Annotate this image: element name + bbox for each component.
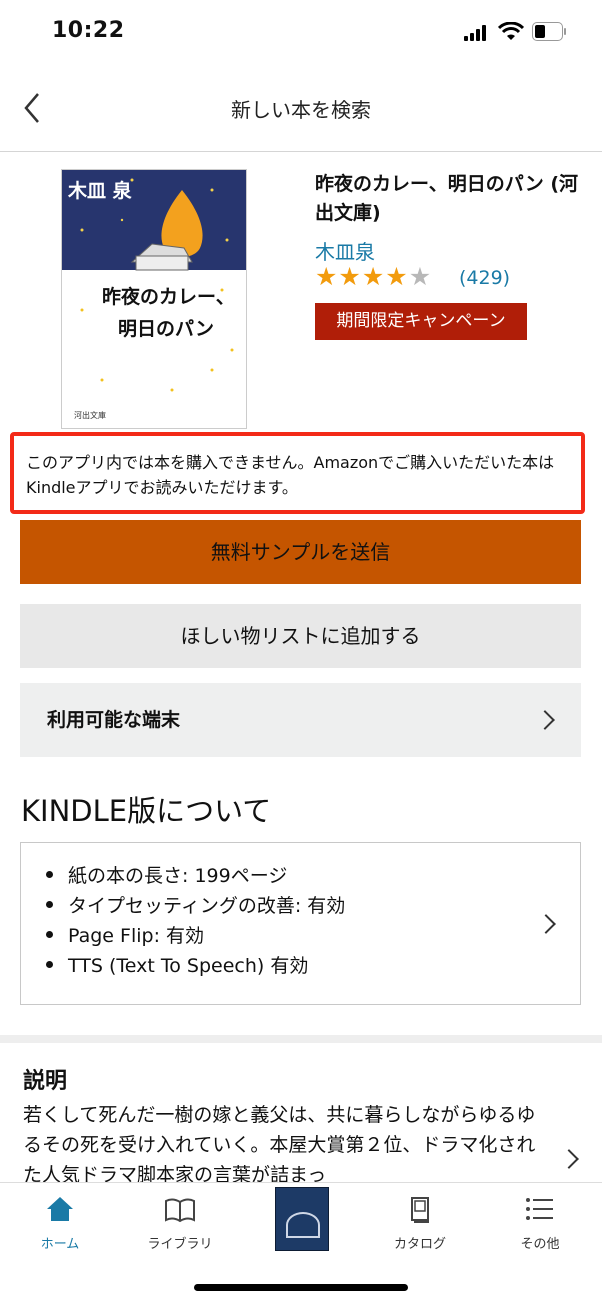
book-cover[interactable]: 木皿 泉 昨夜のカレー、 明日のパン 河出文庫 bbox=[61, 169, 247, 429]
send-sample-button[interactable]: 無料サンプルを送信 bbox=[20, 520, 581, 584]
feature-item: Page Flip: 有効 bbox=[46, 921, 204, 948]
bullet-icon bbox=[46, 871, 53, 878]
purchase-notice: このアプリ内では本を購入できません。Amazonでご購入いただいた本はKindl… bbox=[10, 432, 585, 514]
star-icon: ★ bbox=[315, 262, 339, 291]
campaign-badge: 期間限定キャンペーン bbox=[315, 303, 527, 340]
available-devices-row[interactable]: 利用可能な端末 bbox=[20, 683, 581, 757]
book-icon bbox=[165, 1198, 195, 1223]
feature-item: TTS (Text To Speech) 有効 bbox=[46, 951, 308, 978]
cover-author: 木皿 泉 bbox=[68, 180, 132, 202]
menu-icon bbox=[526, 1198, 553, 1220]
page-title: 新しい本を検索 bbox=[231, 98, 371, 122]
tab-home-label: ホーム bbox=[40, 1237, 80, 1252]
star-icon: ★ bbox=[385, 262, 409, 291]
status-time: 10:22 bbox=[52, 18, 125, 43]
cover-publisher: 河出文庫 bbox=[74, 411, 106, 420]
kindle-features-box[interactable]: 紙の本の長さ: 199ページ タイプセッティングの改善: 有効 Page Fli… bbox=[20, 842, 581, 1005]
star-icon: ★ bbox=[361, 262, 386, 291]
tab-current-book[interactable] bbox=[240, 1183, 360, 1273]
add-to-wishlist-button[interactable]: ほしい物リストに追加する bbox=[20, 604, 581, 668]
available-devices-label: 利用可能な端末 bbox=[47, 709, 181, 731]
bullet-icon bbox=[46, 901, 53, 908]
wifi-icon bbox=[498, 22, 524, 40]
kindle-section-heading: KINDLE版について bbox=[21, 794, 272, 828]
tab-library[interactable]: ライブラリ bbox=[120, 1183, 240, 1273]
current-book-cover bbox=[275, 1187, 329, 1251]
home-indicator bbox=[194, 1284, 408, 1291]
feature-item: タイプセッティングの改善: 有効 bbox=[46, 891, 345, 918]
description-text: 若くして死んだ一樹の嫁と義父は、共に暮らしながらゆるゆるその死を受け入れていく。… bbox=[23, 1104, 536, 1186]
battery-icon bbox=[532, 22, 566, 41]
star-rating: ★★★★★ bbox=[315, 262, 432, 291]
purchase-notice-text: このアプリ内では本を購入できません。Amazonでご購入いただいた本はKindl… bbox=[26, 453, 555, 497]
book-author-link[interactable]: 木皿泉 bbox=[315, 236, 375, 265]
chevron-right-icon bbox=[536, 914, 556, 934]
description-heading: 説明 bbox=[23, 1069, 68, 1094]
book-title: 昨夜のカレー、明日のパン (河出文庫) bbox=[315, 173, 579, 224]
catalog-icon bbox=[411, 1197, 429, 1223]
review-count-link[interactable]: (429) bbox=[459, 267, 510, 289]
home-icon bbox=[47, 1197, 73, 1221]
section-divider bbox=[0, 1035, 602, 1043]
star-empty-icon: ★ bbox=[408, 262, 433, 291]
tab-catalog[interactable]: カタログ bbox=[360, 1183, 480, 1273]
tab-library-label: ライブラリ bbox=[147, 1237, 213, 1252]
tab-more-label: その他 bbox=[520, 1237, 560, 1252]
nav-divider bbox=[0, 151, 602, 152]
tab-catalog-label: カタログ bbox=[393, 1237, 446, 1252]
feature-item: 紙の本の長さ: 199ページ bbox=[46, 861, 287, 888]
bullet-icon bbox=[46, 961, 53, 968]
cellular-signal-icon bbox=[464, 24, 490, 41]
bullet-icon bbox=[46, 931, 53, 938]
chevron-right-icon bbox=[535, 710, 555, 730]
star-icon: ★ bbox=[338, 262, 362, 291]
cover-dots bbox=[80, 288, 234, 392]
tab-more[interactable]: その他 bbox=[480, 1183, 600, 1273]
description-chevron-right-icon[interactable] bbox=[559, 1149, 579, 1169]
tab-home[interactable]: ホーム bbox=[0, 1183, 120, 1273]
